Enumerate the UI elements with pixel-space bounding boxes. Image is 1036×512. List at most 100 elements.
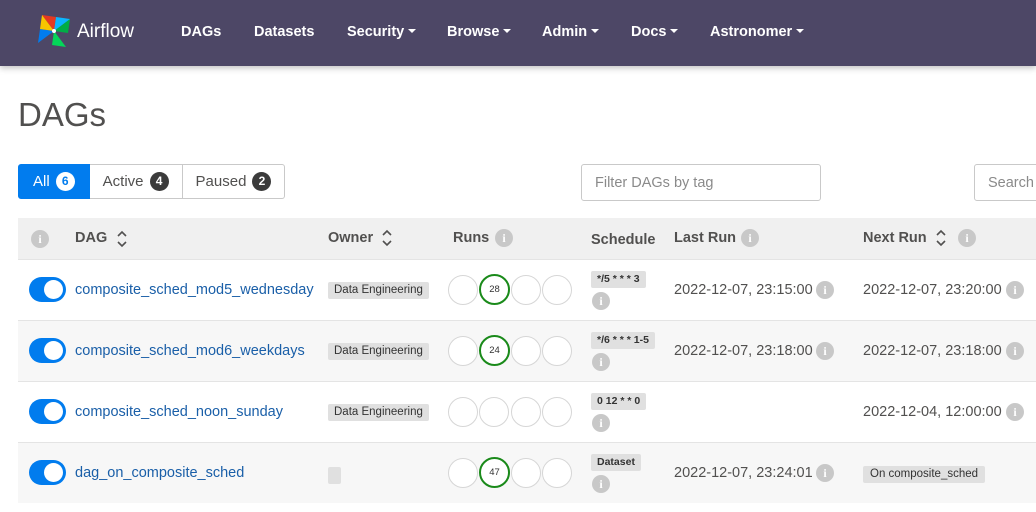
header-dag[interactable]: DAG [75, 230, 107, 246]
nav-astronomer-label: Astronomer [710, 24, 793, 40]
nav-docs-label: Docs [631, 24, 667, 40]
info-icon[interactable]: i [495, 229, 513, 247]
dropdown-caret-icon [591, 29, 600, 33]
dag-id-link[interactable]: composite_sched_mod6_weekdays [75, 343, 305, 359]
dropdown-caret-icon [796, 29, 805, 33]
sort-icon[interactable] [382, 229, 392, 247]
table-row: composite_sched_mod5_wednesday Data Engi… [18, 259, 1036, 320]
header-runs: Runs [453, 230, 490, 246]
info-icon[interactable]: i [592, 475, 610, 493]
nav-browse[interactable]: Browse [447, 24, 512, 40]
last-run-link[interactable]: 2022-12-07, 23:15:00 [674, 282, 813, 298]
owner-badge[interactable] [328, 467, 341, 484]
info-icon[interactable]: i [816, 342, 834, 360]
pause-toggle[interactable] [29, 399, 66, 424]
run-state-queued[interactable] [448, 458, 478, 488]
page-title: DAGs [18, 96, 107, 133]
info-icon[interactable]: i [1006, 342, 1024, 360]
run-state-failed[interactable] [542, 336, 572, 366]
table-row: composite_sched_noon_sunday Data Enginee… [18, 381, 1036, 442]
nav-browse-label: Browse [447, 24, 500, 40]
filter-paused-count-badge: 2 [252, 172, 272, 191]
dropdown-caret-icon [670, 29, 679, 33]
info-icon[interactable]: i [592, 292, 610, 310]
last-run-link[interactable]: 2022-12-07, 23:24:01 [674, 465, 813, 481]
run-state-failed[interactable] [542, 458, 572, 488]
run-state-running[interactable] [511, 275, 541, 305]
run-state-success[interactable]: 47 [479, 457, 510, 488]
dag-id-link[interactable]: dag_on_composite_sched [75, 465, 244, 481]
dropdown-caret-icon [503, 29, 512, 33]
nav-docs[interactable]: Docs [631, 24, 679, 40]
info-icon[interactable]: i [1006, 403, 1024, 421]
nav-admin-label: Admin [542, 24, 588, 40]
nav-astronomer[interactable]: Astronomer [710, 24, 805, 40]
next-run-text: 2022-12-04, 12:00:00 [863, 404, 1002, 420]
filter-all-label: All [33, 173, 50, 190]
run-state-failed[interactable] [542, 275, 572, 305]
dag-id-link[interactable]: composite_sched_mod5_wednesday [75, 282, 314, 298]
owner-badge[interactable]: Data Engineering [328, 404, 429, 421]
run-state-running[interactable] [511, 397, 541, 427]
run-state-success[interactable]: 24 [479, 335, 510, 366]
status-filter-group: All 6 Active 4 Paused 2 [18, 164, 286, 199]
info-icon[interactable]: i [816, 281, 834, 299]
schedule-badge[interactable]: Dataset [591, 454, 641, 471]
run-state-queued[interactable] [448, 336, 478, 366]
filter-paused-label: Paused [195, 173, 247, 190]
filter-all-button[interactable]: All 6 [18, 164, 90, 199]
run-state-queued[interactable] [448, 397, 478, 427]
run-state-running[interactable] [511, 458, 541, 488]
info-icon[interactable]: i [1006, 281, 1024, 299]
info-icon[interactable]: i [816, 464, 834, 482]
info-icon[interactable]: i [592, 353, 610, 371]
next-run-text: 2022-12-07, 23:20:00 [863, 282, 1002, 298]
run-success-count: 28 [489, 284, 500, 295]
header-next-run[interactable]: Next Run [863, 230, 927, 246]
pinwheel-logo-icon [38, 15, 70, 47]
pause-toggle[interactable] [29, 277, 66, 302]
info-icon[interactable]: i [741, 229, 759, 247]
nav-security[interactable]: Security [347, 24, 417, 40]
next-run-text: 2022-12-07, 23:18:00 [863, 343, 1002, 359]
sort-icon[interactable] [936, 229, 946, 247]
schedule-badge[interactable]: 0 12 * * 0 [591, 393, 647, 410]
info-icon[interactable]: i [958, 229, 976, 247]
pause-toggle[interactable] [29, 460, 66, 485]
owner-badge[interactable]: Data Engineering [328, 343, 429, 360]
run-success-count: 24 [489, 345, 500, 356]
info-icon[interactable]: i [31, 230, 49, 248]
brand-logo-link[interactable]: Airflow [34, 11, 134, 51]
tag-filter-input[interactable] [581, 164, 821, 201]
run-success-count: 47 [489, 467, 500, 478]
filter-active-count-badge: 4 [149, 172, 169, 191]
dag-id-link[interactable]: composite_sched_noon_sunday [75, 404, 283, 420]
header-owner[interactable]: Owner [328, 230, 373, 246]
owner-badge[interactable]: Data Engineering [328, 282, 429, 299]
sort-icon[interactable] [117, 230, 127, 248]
pause-toggle[interactable] [29, 338, 66, 363]
run-state-failed[interactable] [542, 397, 572, 427]
filter-active-label: Active [102, 173, 144, 190]
schedule-badge[interactable]: */5 * * * 3 [591, 271, 646, 288]
nav-security-label: Security [347, 24, 405, 40]
run-state-success[interactable]: 28 [479, 274, 510, 305]
header-schedule: Schedule [591, 232, 656, 248]
schedule-badge[interactable]: */6 * * * 1-5 [591, 332, 655, 349]
run-state-running[interactable] [511, 336, 541, 366]
dag-search-input[interactable] [974, 164, 1036, 201]
nav-admin[interactable]: Admin [542, 24, 600, 40]
filter-paused-button[interactable]: Paused 2 [182, 164, 286, 199]
next-run-dataset-badge[interactable]: On composite_sched [863, 466, 986, 483]
nav-datasets-label: Datasets [254, 24, 315, 40]
run-state-success[interactable] [479, 397, 509, 427]
dropdown-caret-icon [408, 29, 417, 33]
navbar: Airflow DAGs Datasets Security Browse Ad… [0, 0, 1036, 66]
nav-dags[interactable]: DAGs [181, 24, 221, 40]
filter-active-button[interactable]: Active 4 [89, 164, 183, 199]
nav-datasets[interactable]: Datasets [254, 24, 314, 40]
run-state-queued[interactable] [448, 275, 478, 305]
last-run-link[interactable]: 2022-12-07, 23:18:00 [674, 343, 813, 359]
info-icon[interactable]: i [592, 414, 610, 432]
nav-dags-label: DAGs [181, 24, 222, 40]
